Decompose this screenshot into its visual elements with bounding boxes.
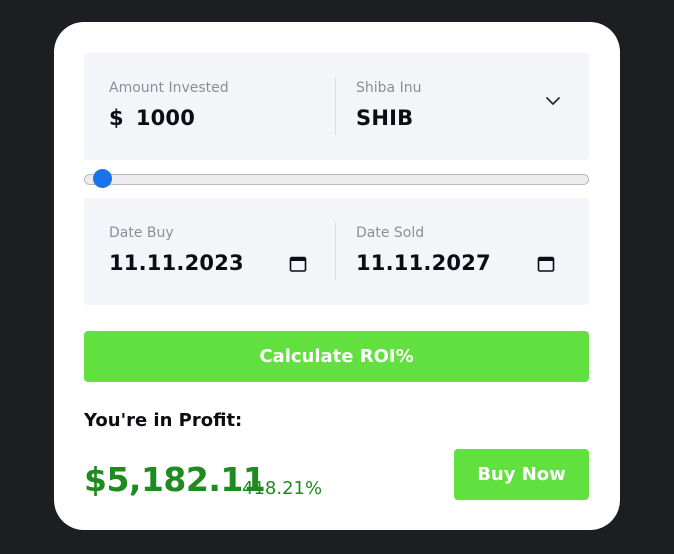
chevron-down-icon[interactable]: [544, 92, 562, 110]
profit-amount: $5,182.11: [84, 460, 266, 499]
amount-input[interactable]: $1000: [109, 106, 195, 130]
amount-value: 1000: [135, 106, 196, 130]
investment-panel: Amount Invested $1000 Shiba Inu SHIB: [84, 53, 589, 160]
date-sold-label: Date Sold: [356, 225, 425, 241]
profit-heading: You're in Profit:: [84, 410, 243, 431]
date-buy-label: Date Buy: [109, 225, 174, 241]
amount-field[interactable]: Amount Invested $1000: [109, 53, 329, 160]
amount-label: Amount Invested: [109, 80, 229, 96]
buy-now-button[interactable]: Buy Now: [454, 449, 589, 500]
coin-value: SHIB: [356, 106, 414, 130]
date-sold-field[interactable]: Date Sold 11.11.2027: [356, 198, 586, 305]
calendar-icon[interactable]: [289, 255, 307, 273]
currency-symbol: $: [109, 106, 124, 130]
calculate-roi-button[interactable]: Calculate ROI%: [84, 331, 589, 382]
divider: [335, 222, 336, 280]
profit-percent: 418.21%: [242, 478, 323, 499]
slider-track[interactable]: [84, 174, 589, 185]
amount-slider[interactable]: [84, 169, 589, 188]
dates-panel: Date Buy 11.11.2023 Date Sold 11.11.2027: [84, 198, 589, 305]
date-buy-field[interactable]: Date Buy 11.11.2023: [109, 198, 329, 305]
date-buy-value[interactable]: 11.11.2023: [109, 251, 244, 275]
coin-label: Shiba Inu: [356, 80, 422, 96]
calendar-icon[interactable]: [537, 255, 555, 273]
date-sold-value[interactable]: 11.11.2027: [356, 251, 491, 275]
roi-calculator-card: Amount Invested $1000 Shiba Inu SHIB Dat…: [54, 22, 620, 530]
divider: [335, 77, 336, 135]
slider-thumb[interactable]: [92, 169, 112, 188]
